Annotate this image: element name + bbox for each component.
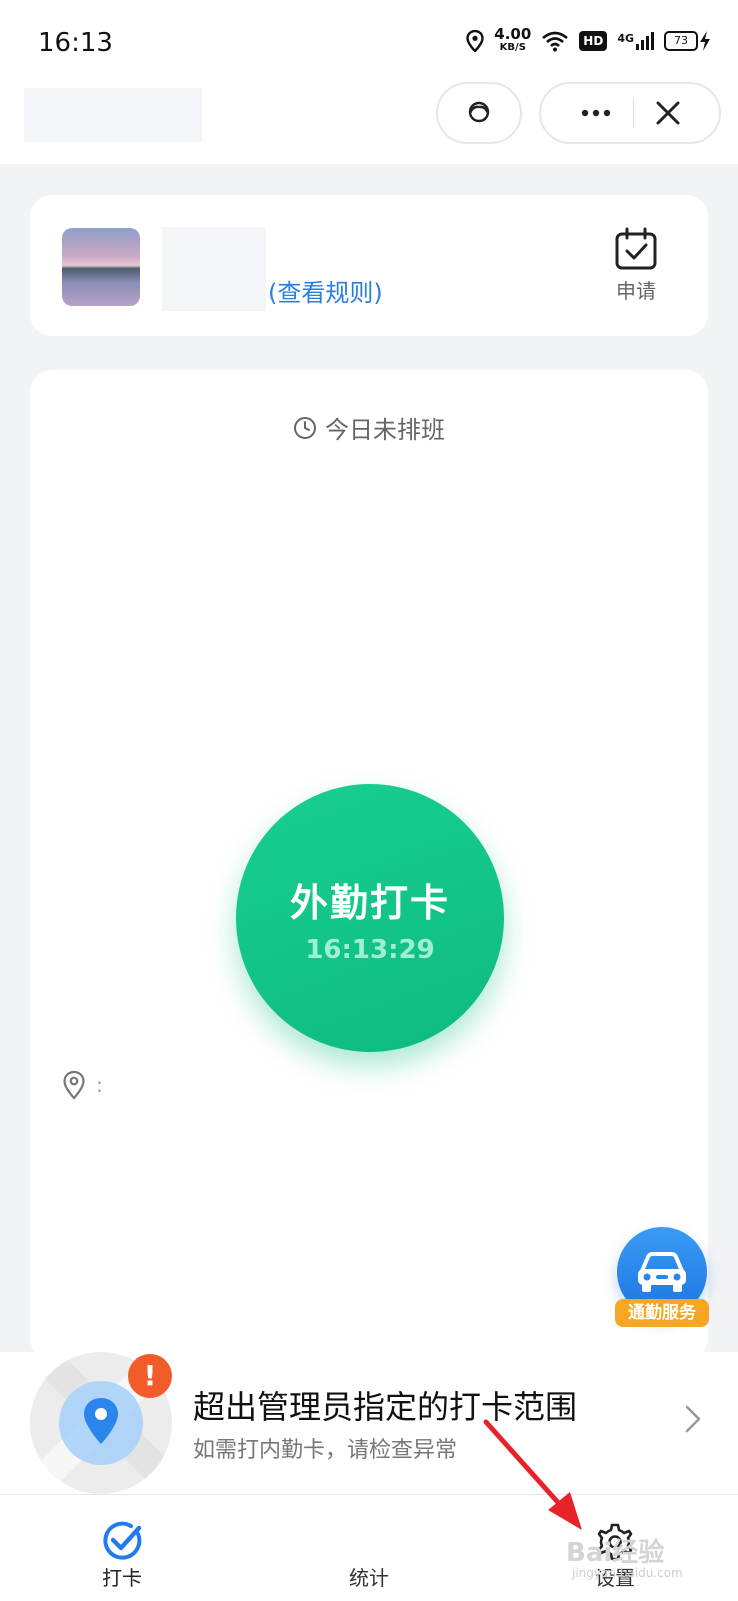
alert-title: 超出管理员指定的打卡范围 [193,1388,578,1426]
status-icons: 4.00 KB/S HD 4G 73 [466,25,712,54]
clock-icon [294,416,316,439]
punch-card: 今日未排班 外勤打卡 16:13:29 : [30,370,708,1360]
charging-icon [700,31,710,51]
user-name-placeholder [162,227,266,311]
location-pin-icon [63,1070,85,1100]
punch-button[interactable]: 外勤打卡 16:13:29 [236,784,504,1052]
commute-service-button[interactable]: 通勤服务 [615,1227,709,1327]
tab-statistics[interactable]: 统计 [299,1495,439,1601]
battery-icon: 73 [664,30,712,52]
hd-icon: HD [579,31,608,51]
chevron-right-icon [685,1405,701,1433]
watermark: Bai经验 [566,1538,665,1568]
apply-label: 申请 [616,279,656,303]
top-bar [0,80,738,164]
profile-card: (查看规则) 申请 [30,195,708,336]
watermark-url: jingyan.baidu.com [572,1566,683,1580]
alert-badge: ! [128,1354,172,1398]
schedule-status: 今日未排班 [30,410,708,445]
tab-punch[interactable]: 打卡 [52,1495,192,1601]
car-icon [638,1252,686,1292]
title-placeholder [24,88,202,142]
alert-subtitle: 如需打内勤卡，请检查异常 [193,1438,458,1463]
net-speed: 4.00 KB/S [494,25,532,54]
capsule-menu [539,82,721,144]
headset-icon [468,101,490,123]
punch-button-label: 外勤打卡 [289,880,450,925]
check-icon [103,1521,142,1560]
view-rules-link[interactable]: (查看规则) [268,273,383,308]
schedule-text: 今日未排班 [325,416,445,444]
more-dots-icon[interactable] [581,109,611,117]
status-time: 16:13 [38,28,113,58]
apply-button[interactable]: 申请 [586,227,686,304]
range-alert[interactable]: ! 超出管理员指定的打卡范围 如需打内勤卡，请检查异常 [0,1352,738,1494]
tab-statistics-label: 统计 [349,1566,389,1590]
net-speed-unit: KB/S [499,42,526,53]
close-icon[interactable] [656,101,680,125]
commute-label: 通勤服务 [615,1299,709,1327]
net-speed-value: 4.00 [494,25,532,43]
tab-punch-label: 打卡 [102,1566,142,1590]
wifi-icon [542,31,569,52]
network-label: 4G [617,32,634,45]
signal-icon: 4G [617,32,654,50]
calendar-check-icon [615,227,657,270]
location-row[interactable]: : [62,1070,103,1100]
status-bar: 16:13 4.00 KB/S HD 4G 73 [0,0,738,80]
location-text: : [96,1073,103,1097]
capsule-divider [632,98,634,128]
location-status-icon [466,30,484,52]
customer-service-button[interactable] [436,82,522,144]
battery-level: 73 [664,31,698,51]
avatar[interactable] [62,228,140,306]
punch-time: 16:13:29 [305,934,435,965]
